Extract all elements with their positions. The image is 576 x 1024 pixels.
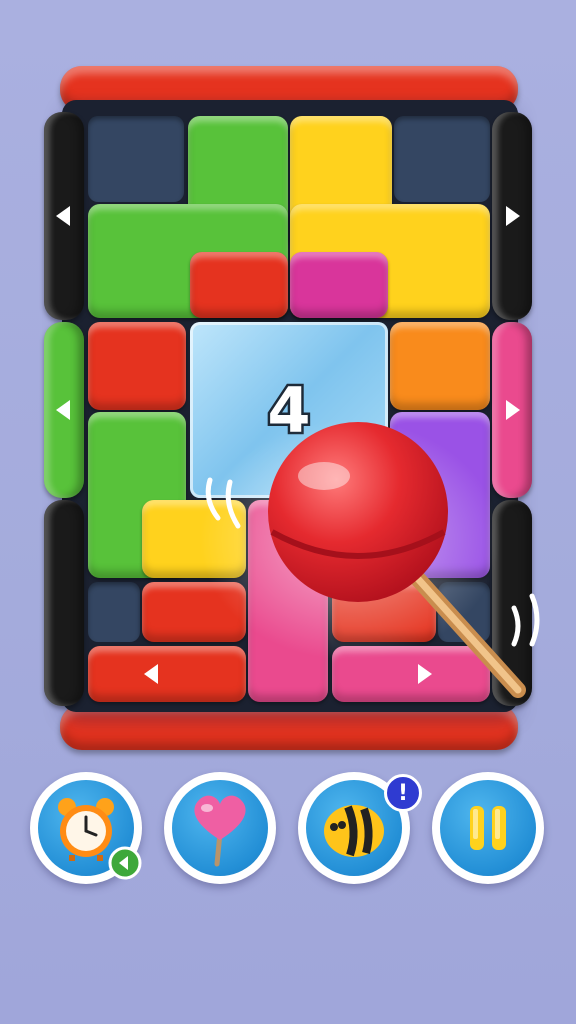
alarm-clock-button[interactable] (30, 772, 142, 884)
arrow-left-icon (56, 400, 70, 420)
heart-lollipop-icon (194, 795, 246, 867)
orange-block[interactable] (390, 322, 490, 410)
heart-lollipop-button[interactable] (164, 772, 276, 884)
pause-button[interactable] (432, 772, 544, 884)
left-gate-black-bottom[interactable] (44, 500, 84, 706)
back-arrow-icon (108, 846, 142, 880)
red-block[interactable] (88, 322, 186, 410)
arrow-left-icon (56, 206, 70, 226)
red-block[interactable] (190, 252, 288, 318)
empty-cell (88, 116, 184, 202)
right-gate-black-top[interactable] (492, 112, 532, 320)
left-gate-green[interactable] (44, 322, 84, 498)
arrow-left-icon (144, 664, 158, 684)
left-gate-black-top[interactable] (44, 112, 84, 320)
empty-cell (394, 116, 490, 202)
pause-icon (470, 806, 506, 850)
arrow-right-icon (506, 400, 520, 420)
arrow-right-icon (506, 206, 520, 226)
lollipop-icon (200, 420, 540, 698)
bee-icon (324, 805, 384, 857)
bee-alert-badge: ! (384, 774, 422, 812)
empty-cell (88, 582, 140, 642)
pink-block[interactable] (290, 252, 388, 318)
